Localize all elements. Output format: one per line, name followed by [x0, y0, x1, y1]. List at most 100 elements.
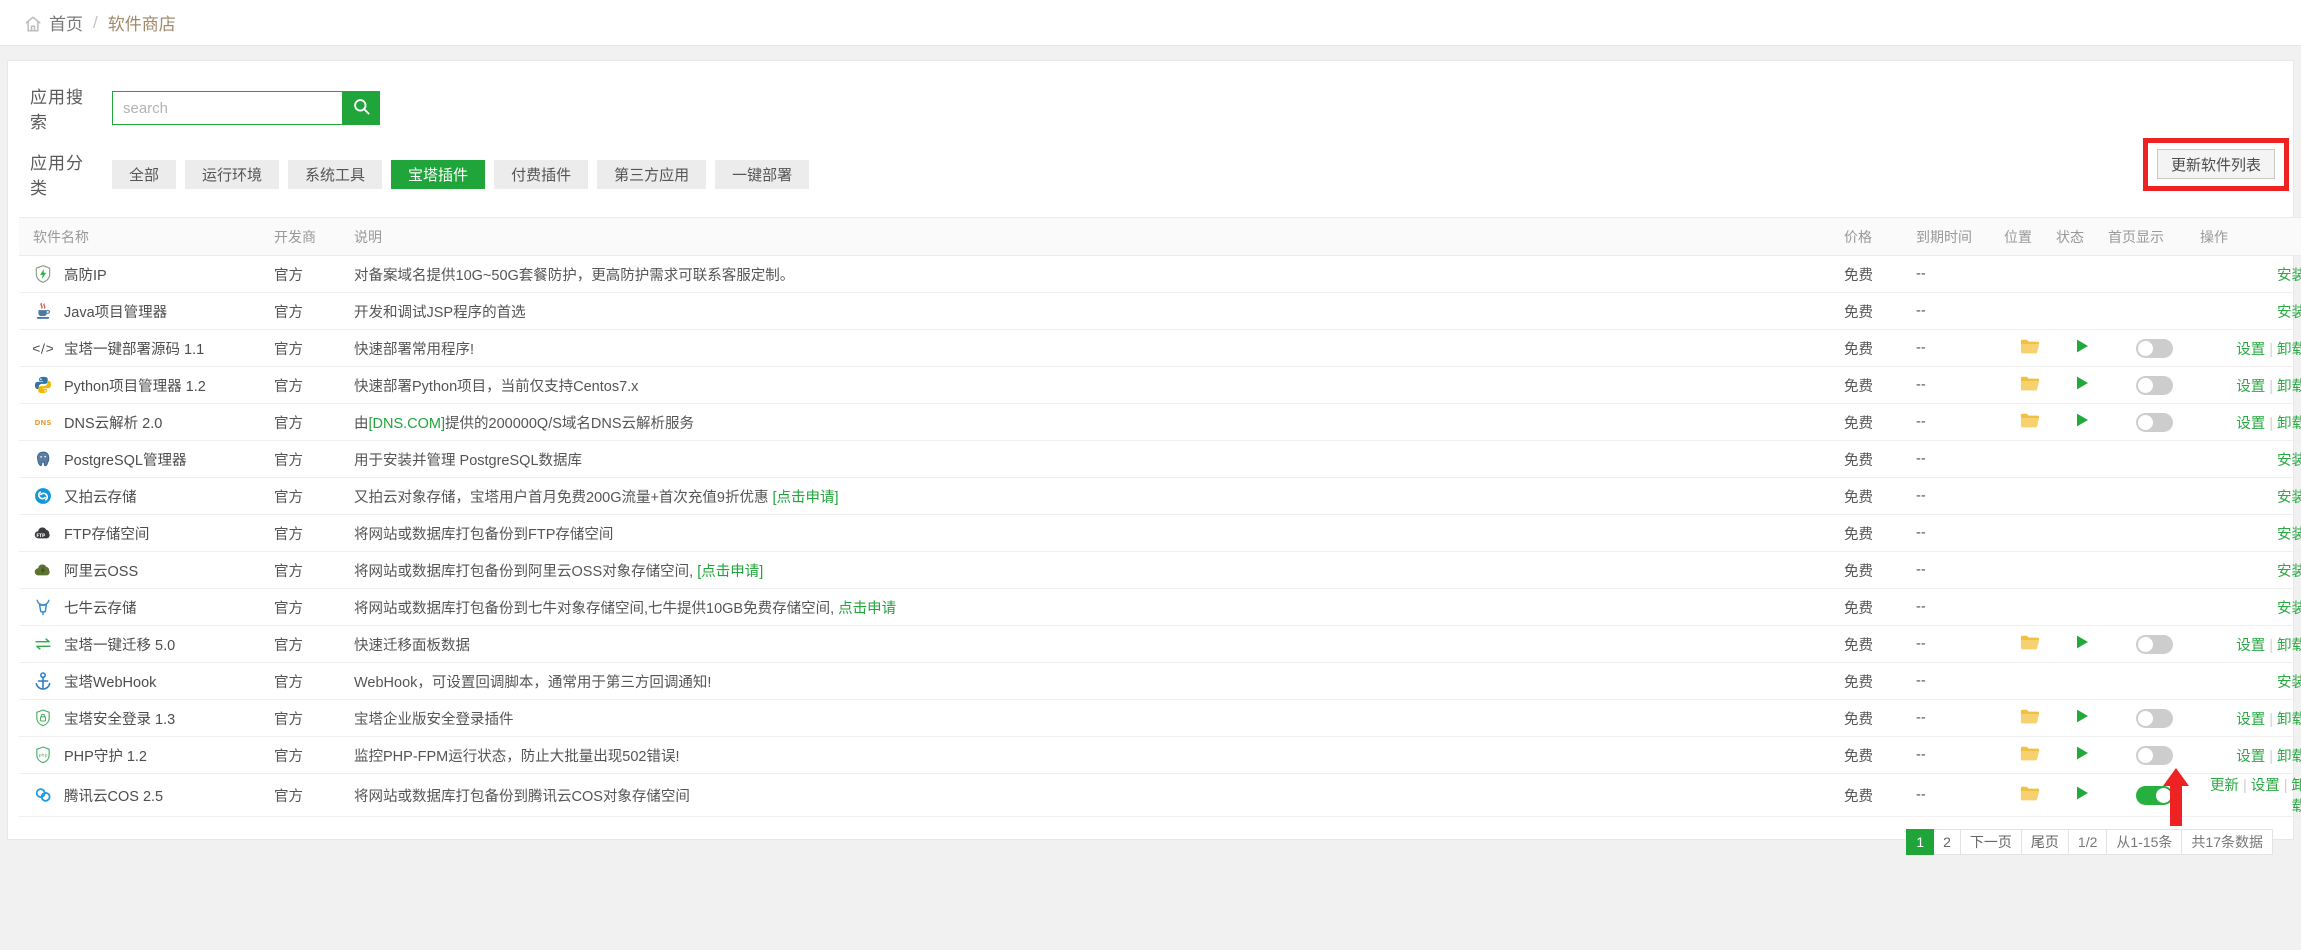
play-icon[interactable]: [2074, 745, 2090, 765]
row-software-name[interactable]: 宝塔一键迁移 5.0: [64, 634, 175, 655]
update-software-list-button[interactable]: 更新软件列表: [2156, 149, 2275, 179]
folder-icon[interactable]: [2020, 338, 2040, 359]
row-action-卸载[interactable]: 卸载: [2277, 379, 2301, 395]
row-software-name[interactable]: 七牛云存储: [64, 597, 137, 618]
row-software-name[interactable]: 腾讯云COS 2.5: [64, 785, 163, 806]
row-action-安装[interactable]: 安装: [2277, 601, 2301, 617]
row-action-设置[interactable]: 设置: [2236, 712, 2265, 728]
row-action-安装[interactable]: 安装: [2277, 305, 2301, 321]
row-state-cell: [2056, 440, 2108, 478]
row-software-name[interactable]: 阿里云OSS: [64, 560, 138, 581]
search-input[interactable]: [112, 91, 342, 125]
last-page-button[interactable]: 尾页: [2021, 829, 2069, 855]
row-action-安装[interactable]: 安装: [2277, 564, 2301, 580]
postgresql-icon: [33, 449, 53, 469]
folder-icon[interactable]: [2020, 375, 2040, 396]
row-desc-link[interactable]: [点击申请]: [697, 564, 763, 580]
row-software-name[interactable]: FTP存储空间: [64, 523, 149, 544]
home-display-toggle[interactable]: [2135, 745, 2173, 765]
play-icon[interactable]: [2074, 785, 2090, 805]
row-desc-link[interactable]: [DNS.COM]: [369, 416, 446, 432]
row-action-设置[interactable]: 设置: [2236, 638, 2265, 654]
row-action-更新[interactable]: 更新: [2210, 778, 2239, 794]
row-software-name[interactable]: 宝塔一键部署源码 1.1: [64, 338, 204, 359]
row-action-设置[interactable]: 设置: [2236, 416, 2265, 432]
row-software-name[interactable]: 宝塔安全登录 1.3: [64, 708, 175, 729]
row-action-安装[interactable]: 安装: [2277, 490, 2301, 506]
action-separator: |: [2269, 415, 2273, 432]
play-icon[interactable]: [2074, 634, 2090, 654]
row-action-设置[interactable]: 设置: [2236, 342, 2265, 358]
row-description: 快速部署常用程序!: [354, 329, 1844, 367]
row-action-设置[interactable]: 设置: [2236, 749, 2265, 765]
folder-icon[interactable]: [2020, 708, 2040, 729]
row-state-cell: [2056, 514, 2108, 552]
toggle-knob: [2137, 377, 2153, 393]
row-action-安装[interactable]: 安装: [2277, 268, 2301, 284]
page-2[interactable]: 2: [1934, 829, 1961, 855]
category-btn-all[interactable]: 全部: [112, 159, 177, 189]
folder-icon[interactable]: [2020, 745, 2040, 766]
home-display-toggle[interactable]: [2135, 708, 2173, 728]
table-row: </> 宝塔一键部署源码 1.1 官方快速部署常用程序! 免费-- 设置|卸载: [19, 329, 2301, 367]
breadcrumb-home[interactable]: 首页: [49, 10, 83, 35]
row-software-name[interactable]: Java项目管理器: [64, 301, 167, 322]
play-icon[interactable]: [2074, 412, 2090, 432]
folder-icon[interactable]: [2020, 785, 2040, 806]
row-action-卸载[interactable]: 卸载: [2277, 749, 2301, 765]
col-state: 状态: [2056, 217, 2108, 256]
play-icon[interactable]: [2074, 375, 2090, 395]
folder-icon[interactable]: [2020, 634, 2040, 655]
row-action-卸载[interactable]: 卸载: [2292, 778, 2301, 815]
play-icon[interactable]: [2074, 708, 2090, 728]
next-page-button[interactable]: 下一页: [1960, 829, 2022, 855]
play-icon[interactable]: [2074, 338, 2090, 358]
row-home-display-cell: [2108, 514, 2200, 552]
row-action-安装[interactable]: 安装: [2277, 453, 2301, 469]
home-display-toggle[interactable]: [2135, 634, 2173, 654]
row-action-安装[interactable]: 安装: [2277, 527, 2301, 543]
row-action-卸载[interactable]: 卸载: [2277, 638, 2301, 654]
page-1[interactable]: 1: [1906, 829, 1935, 855]
search-button[interactable]: [342, 91, 380, 125]
table-header-row: 软件名称 开发商 说明 价格 到期时间 位置 状态 首页显示 操作: [19, 217, 2301, 256]
table-row: 高防IP 官方 对备案域名提供10G~50G套餐防护，更高防护需求可联系客服定制。 免…: [19, 255, 2301, 293]
row-expiry: --: [1916, 366, 2004, 404]
category-btn-bt-plugins[interactable]: 宝塔插件: [391, 159, 486, 189]
row-actions-cell: 安装: [2200, 514, 2301, 552]
folder-icon[interactable]: [2020, 412, 2040, 433]
row-desc-link[interactable]: 点击申请: [838, 601, 896, 617]
row-desc-link[interactable]: [点击申请]: [773, 490, 839, 506]
category-btn-paid-plugins[interactable]: 付费插件: [494, 159, 589, 189]
row-developer: 官方: [274, 625, 354, 663]
row-software-name[interactable]: 又拍云存储: [64, 486, 137, 507]
row-action-设置[interactable]: 设置: [2236, 379, 2265, 395]
home-display-toggle[interactable]: [2135, 375, 2173, 395]
row-action-卸载[interactable]: 卸载: [2277, 342, 2301, 358]
row-expiry: --: [1916, 329, 2004, 367]
row-desc-text: 将网站或数据库打包备份到腾讯云COS对象存储空间: [354, 788, 690, 805]
svg-text:</>: </>: [33, 342, 53, 356]
row-action-卸载[interactable]: 卸载: [2277, 712, 2301, 728]
row-software-name[interactable]: PHP守护 1.2: [64, 745, 147, 766]
row-action-安装[interactable]: 安装: [2277, 675, 2301, 691]
row-action-卸载[interactable]: 卸载: [2277, 416, 2301, 432]
row-position-cell: [2004, 773, 2056, 817]
home-display-toggle[interactable]: [2135, 412, 2173, 432]
svg-text:DNS: DNS: [34, 418, 51, 427]
row-software-name[interactable]: 宝塔WebHook: [64, 671, 156, 692]
row-software-name[interactable]: Python项目管理器 1.2: [64, 375, 206, 396]
category-btn-runtime[interactable]: 运行环境: [185, 159, 280, 189]
row-software-name[interactable]: PostgreSQL管理器: [64, 449, 187, 470]
row-software-name[interactable]: 高防IP: [64, 264, 107, 285]
row-software-name[interactable]: DNS云解析 2.0: [64, 412, 162, 433]
category-btn-system-tools[interactable]: 系统工具: [288, 159, 383, 189]
row-action-设置[interactable]: 设置: [2251, 778, 2280, 794]
row-expiry: --: [1916, 403, 2004, 441]
category-btn-one-click-deploy[interactable]: 一键部署: [715, 159, 810, 189]
category-btn-third-party[interactable]: 第三方应用: [597, 159, 707, 189]
row-name-cell: 又拍云存储: [19, 477, 274, 515]
row-name-cell: 宝塔一键迁移 5.0: [19, 625, 274, 663]
toggle-knob: [2137, 414, 2153, 430]
home-display-toggle[interactable]: [2135, 338, 2173, 358]
